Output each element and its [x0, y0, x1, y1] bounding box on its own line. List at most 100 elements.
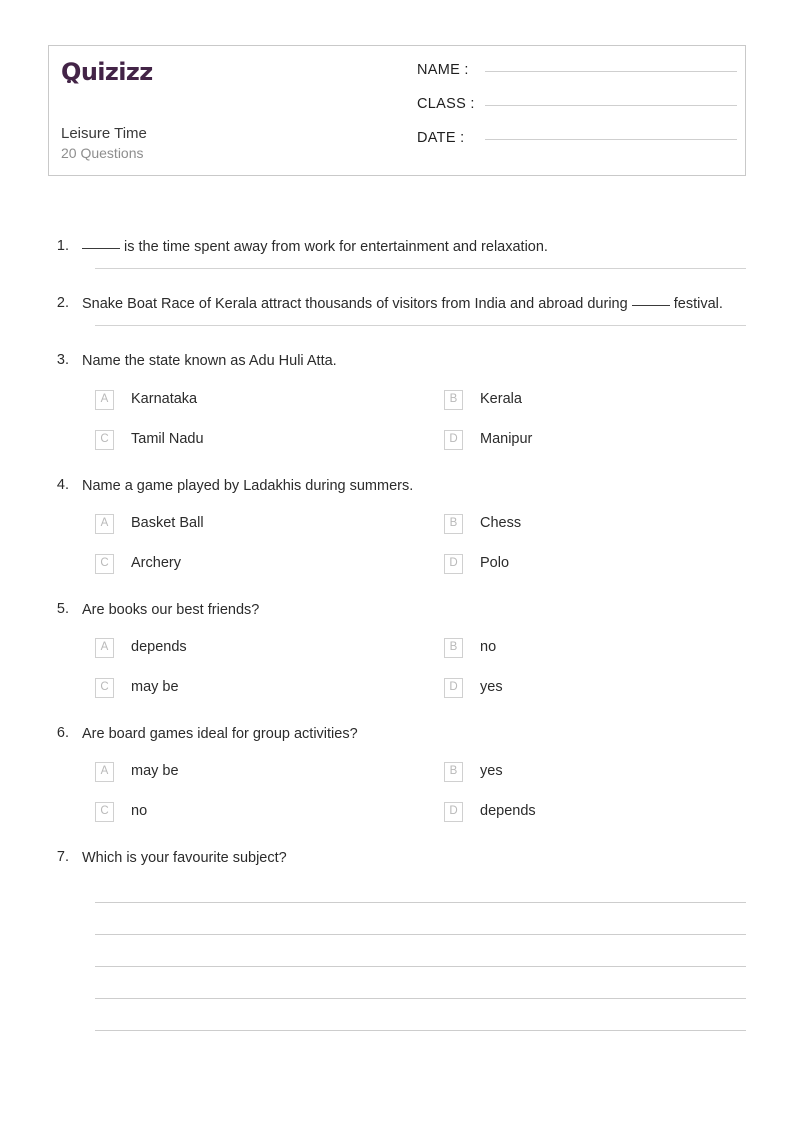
- question-number: 2.: [56, 295, 69, 312]
- question-text: is the time spent away from work for ent…: [82, 236, 746, 259]
- class-field-label: CLASS :: [417, 96, 475, 112]
- option-label: yes: [480, 763, 503, 780]
- option-b[interactable]: B yes: [444, 762, 793, 783]
- question-text-body: is the time spent away from work for ent…: [120, 239, 548, 255]
- question-number: 6.: [56, 724, 69, 741]
- question-item: 2. Snake Boat Race of Kerala attract tho…: [48, 293, 746, 327]
- question-header: 2. Snake Boat Race of Kerala attract tho…: [48, 293, 746, 316]
- question-header: 7. Which is your favourite subject?: [48, 847, 746, 870]
- question-number: 7.: [56, 849, 69, 866]
- option-a[interactable]: A depends: [95, 637, 444, 658]
- date-field-input[interactable]: [485, 138, 737, 140]
- question-number: 5.: [56, 600, 69, 617]
- logo-text-rest: uizizz: [80, 58, 153, 86]
- name-field-row: NAME :: [417, 62, 737, 96]
- question-text: Which is your favourite subject?: [82, 850, 287, 867]
- answer-line[interactable]: [95, 902, 746, 904]
- option-label: depends: [480, 803, 536, 820]
- worksheet-header: Quizizz Leisure Time 20 Questions NAME :…: [48, 45, 746, 176]
- option-letter: C: [95, 553, 114, 574]
- option-b[interactable]: B Chess: [444, 513, 793, 534]
- question-item: 7. Which is your favourite subject?: [48, 847, 746, 1032]
- answer-line[interactable]: [95, 966, 746, 968]
- option-d[interactable]: D yes: [444, 677, 793, 698]
- option-grid: A Karnataka B Kerala C Tamil Nadu D Mani…: [95, 389, 746, 450]
- option-a[interactable]: A Basket Ball: [95, 513, 444, 534]
- header-left-panel: Quizizz Leisure Time 20 Questions: [49, 46, 409, 175]
- option-letter: C: [95, 677, 114, 698]
- option-label: Archery: [131, 555, 181, 572]
- question-item: 5. Are books our best friends? A depends…: [48, 599, 746, 698]
- option-label: may be: [131, 763, 179, 780]
- question-text-body: Snake Boat Race of Kerala attract thousa…: [82, 296, 628, 313]
- option-grid: A may be B yes C no D depends: [95, 762, 746, 823]
- question-text: Name a game played by Ladakhis during su…: [82, 477, 414, 494]
- option-letter: A: [95, 762, 114, 783]
- option-label: Manipur: [480, 430, 533, 447]
- option-letter: A: [95, 389, 114, 410]
- question-list: 1. is the time spent away from work for …: [48, 236, 746, 1032]
- option-letter: B: [444, 762, 463, 783]
- option-a[interactable]: A may be: [95, 762, 444, 783]
- name-field-label: NAME :: [417, 62, 469, 78]
- option-c[interactable]: C may be: [95, 677, 444, 698]
- question-header: 4. Name a game played by Ladakhis during…: [48, 475, 746, 498]
- option-c[interactable]: C Archery: [95, 553, 444, 574]
- option-label: Basket Ball: [131, 515, 204, 532]
- question-header: 1. is the time spent away from work for …: [48, 236, 746, 259]
- option-label: depends: [131, 639, 187, 656]
- option-d[interactable]: D Manipur: [444, 429, 793, 450]
- question-text: Name the state known as Adu Huli Atta.: [82, 353, 337, 370]
- question-header: 6. Are board games ideal for group activ…: [48, 723, 746, 746]
- question-number: 1.: [56, 238, 69, 254]
- quiz-question-count: 20 Questions: [61, 145, 144, 161]
- option-grid: A Basket Ball B Chess C Archery D Polo: [95, 513, 746, 574]
- option-d[interactable]: D depends: [444, 802, 793, 823]
- option-letter: C: [95, 802, 114, 823]
- option-label: Chess: [480, 515, 522, 532]
- option-b[interactable]: B no: [444, 637, 793, 658]
- option-label: Karnataka: [131, 390, 198, 407]
- student-info-fields: NAME : CLASS : DATE :: [417, 62, 737, 164]
- question-number: 4.: [56, 476, 69, 493]
- option-label: Kerala: [480, 390, 522, 407]
- option-label: Polo: [480, 555, 510, 572]
- option-label: no: [480, 639, 497, 656]
- option-a[interactable]: A Karnataka: [95, 389, 444, 410]
- answer-line[interactable]: [95, 998, 746, 1000]
- question-header: 3. Name the state known as Adu Huli Atta…: [48, 350, 746, 373]
- date-field-label: DATE :: [417, 130, 465, 146]
- date-field-row: DATE :: [417, 130, 737, 164]
- answer-line[interactable]: [95, 934, 746, 936]
- option-c[interactable]: C no: [95, 802, 444, 823]
- answer-line[interactable]: [95, 1030, 746, 1032]
- question-text: Snake Boat Race of Kerala attract thousa…: [82, 293, 746, 316]
- option-letter: D: [444, 429, 463, 450]
- option-label: Tamil Nadu: [131, 430, 204, 447]
- quiz-title: Leisure Time: [61, 125, 147, 142]
- question-item: 3. Name the state known as Adu Huli Atta…: [48, 350, 746, 450]
- option-letter: A: [95, 637, 114, 658]
- option-d[interactable]: D Polo: [444, 553, 793, 574]
- option-label: may be: [131, 679, 179, 696]
- question-number: 3.: [56, 352, 69, 369]
- logo-dot-icon: [67, 79, 71, 83]
- option-b[interactable]: B Kerala: [444, 389, 793, 410]
- inline-blank: [82, 248, 120, 249]
- option-letter: B: [444, 513, 463, 534]
- question-item: 6. Are board games ideal for group activ…: [48, 723, 746, 823]
- question-text-tail: festival.: [669, 296, 723, 313]
- quizizz-logo: Quizizz: [61, 60, 153, 84]
- option-letter: B: [444, 637, 463, 658]
- option-label: no: [131, 803, 148, 820]
- open-response-lines: [95, 902, 746, 1032]
- option-c[interactable]: C Tamil Nadu: [95, 429, 444, 450]
- option-label: yes: [480, 679, 503, 696]
- name-field-input[interactable]: [485, 70, 737, 72]
- option-letter: D: [444, 677, 463, 698]
- answer-line[interactable]: [95, 325, 746, 327]
- class-field-input[interactable]: [485, 104, 737, 106]
- answer-line[interactable]: [95, 268, 746, 270]
- option-grid: A depends B no C may be D yes: [95, 637, 746, 698]
- question-text: Are board games ideal for group activiti…: [82, 725, 358, 742]
